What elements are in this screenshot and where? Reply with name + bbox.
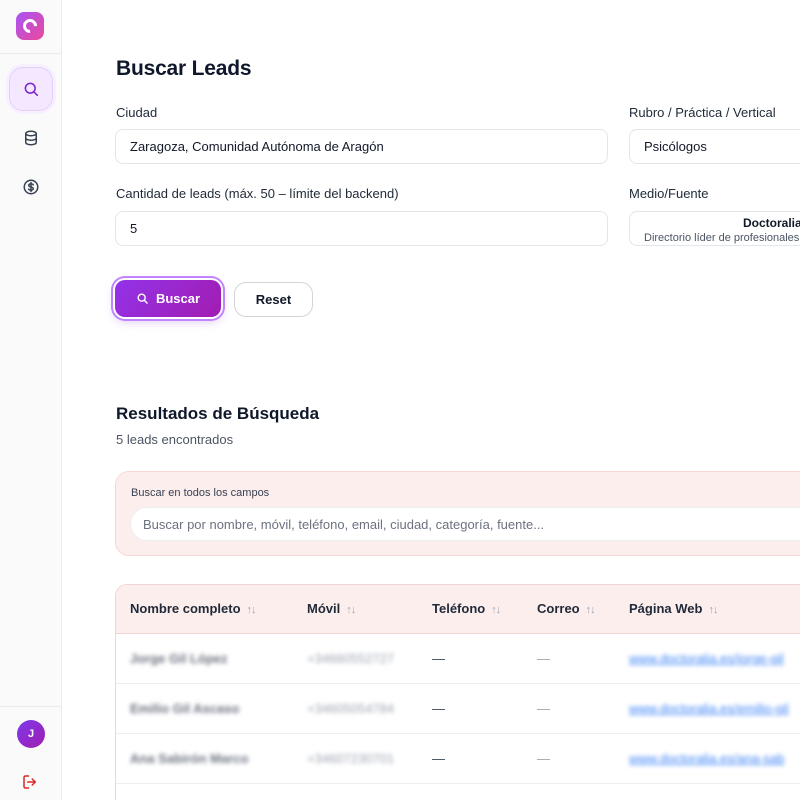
source-name: Doctoralia [743, 216, 800, 230]
database-icon [25, 130, 37, 146]
cell-mobile: +34660552727 [307, 651, 395, 666]
column-header-mobile[interactable]: Móvil ↑↓ [307, 601, 356, 616]
cell-phone: — [432, 701, 445, 716]
cell-phone: — [432, 751, 445, 766]
city-field[interactable]: Zaragoza, Comunidad Autónoma de Aragón [115, 129, 608, 164]
brand-c-icon [20, 16, 40, 36]
column-header-label: Nombre completo [130, 601, 241, 616]
search-icon [24, 82, 39, 97]
reset-button[interactable]: Reset [234, 282, 313, 317]
column-header-email[interactable]: Correo ↑↓ [537, 601, 596, 616]
sort-icon: ↑↓ [246, 604, 257, 616]
table-header: Nombre completo ↑↓ Móvil ↑↓ Teléfono ↑↓ Cor… [116, 585, 800, 634]
city-label: Ciudad [116, 105, 158, 120]
user-avatar[interactable]: J [17, 720, 45, 748]
column-header-name[interactable]: Nombre completo ↑↓ [130, 601, 257, 616]
sort-icon: ↑↓ [708, 604, 718, 616]
sidebar-item-database[interactable] [9, 116, 53, 160]
table-row[interactable]: Emilio Gil Ascaso +34605054784 — — www.d… [116, 684, 800, 734]
sidebar: J [0, 0, 62, 800]
quantity-label: Cantidad de leads (máx. 50 – límite del … [116, 186, 399, 201]
cell-web-link[interactable]: www.doctoralia.es/ana-sab [629, 751, 784, 766]
results-count: 5 leads encontrados [116, 432, 234, 447]
cell-web-link[interactable]: www.doctoralia.es/emilio-gil [629, 701, 789, 716]
filter-label: Buscar en todos los campos [131, 487, 270, 499]
column-header-label: Móvil [307, 601, 341, 616]
cell-name: Emilio Gil Ascaso [130, 701, 240, 716]
results-title: Resultados de Búsqueda [116, 404, 320, 423]
cell-phone: — [432, 651, 445, 666]
sidebar-item-search[interactable] [9, 67, 53, 111]
main-content: Buscar Leads Ciudad Zaragoza, Comunidad … [62, 0, 800, 800]
column-header-web[interactable]: Página Web ↑↓ [629, 601, 718, 616]
sort-icon: ↑↓ [585, 604, 596, 616]
page-title: Buscar Leads [116, 57, 252, 80]
results-table: Nombre completo ↑↓ Móvil ↑↓ Teléfono ↑↓ Cor… [115, 584, 800, 800]
sidebar-item-billing[interactable] [9, 165, 53, 209]
sort-icon: ↑↓ [491, 604, 501, 616]
results-filter: Buscar en todos los campos Buscar por no… [115, 471, 800, 556]
search-button[interactable]: Buscar [115, 280, 221, 317]
sort-icon: ↑↓ [346, 604, 356, 616]
quantity-field[interactable]: 5 [115, 211, 608, 246]
source-description: Directorio líder de profesionales [644, 232, 800, 244]
filter-search-input[interactable]: Buscar por nombre, móvil, teléfono, emai… [130, 507, 800, 541]
column-header-label: Página Web [629, 601, 703, 616]
cell-name: Ana Sabirón Marco [130, 751, 249, 766]
cell-mobile: +34605054784 [307, 701, 395, 716]
app: J Buscar Leads Ciudad Zaragoza, Comunida… [0, 0, 800, 800]
search-icon [137, 293, 148, 304]
column-header-label: Correo [537, 601, 580, 616]
cell-email: — [537, 651, 550, 666]
cell-email: — [537, 701, 550, 716]
source-label: Medio/Fuente [629, 186, 709, 201]
source-select[interactable]: Doctoralia Directorio líder de profesion… [629, 211, 800, 246]
table-row[interactable]: Jorge Gil López +34660552727 — — www.doc… [116, 634, 800, 684]
sidebar-divider-bottom [0, 706, 62, 707]
vertical-label: Rubro / Práctica / Vertical [629, 105, 776, 120]
search-button-label: Buscar [155, 291, 201, 306]
sidebar-divider [0, 53, 62, 54]
table-row[interactable]: Ana Sabirón Marco +34607230701 — — www.d… [116, 734, 800, 784]
cell-web-link[interactable]: www.doctoralia.es/jorge-gil [629, 651, 784, 666]
logout-icon[interactable] [21, 773, 39, 791]
cell-name: Jorge Gil López [130, 651, 228, 666]
cell-mobile: +34607230701 [307, 751, 395, 766]
dollar-circle-icon [23, 179, 39, 195]
cell-email: — [537, 751, 550, 766]
column-header-label: Teléfono [432, 601, 486, 616]
brand-logo[interactable] [16, 12, 44, 40]
vertical-field[interactable]: Psicólogos [629, 129, 800, 164]
column-header-phone[interactable]: Teléfono ↑↓ [432, 601, 501, 616]
